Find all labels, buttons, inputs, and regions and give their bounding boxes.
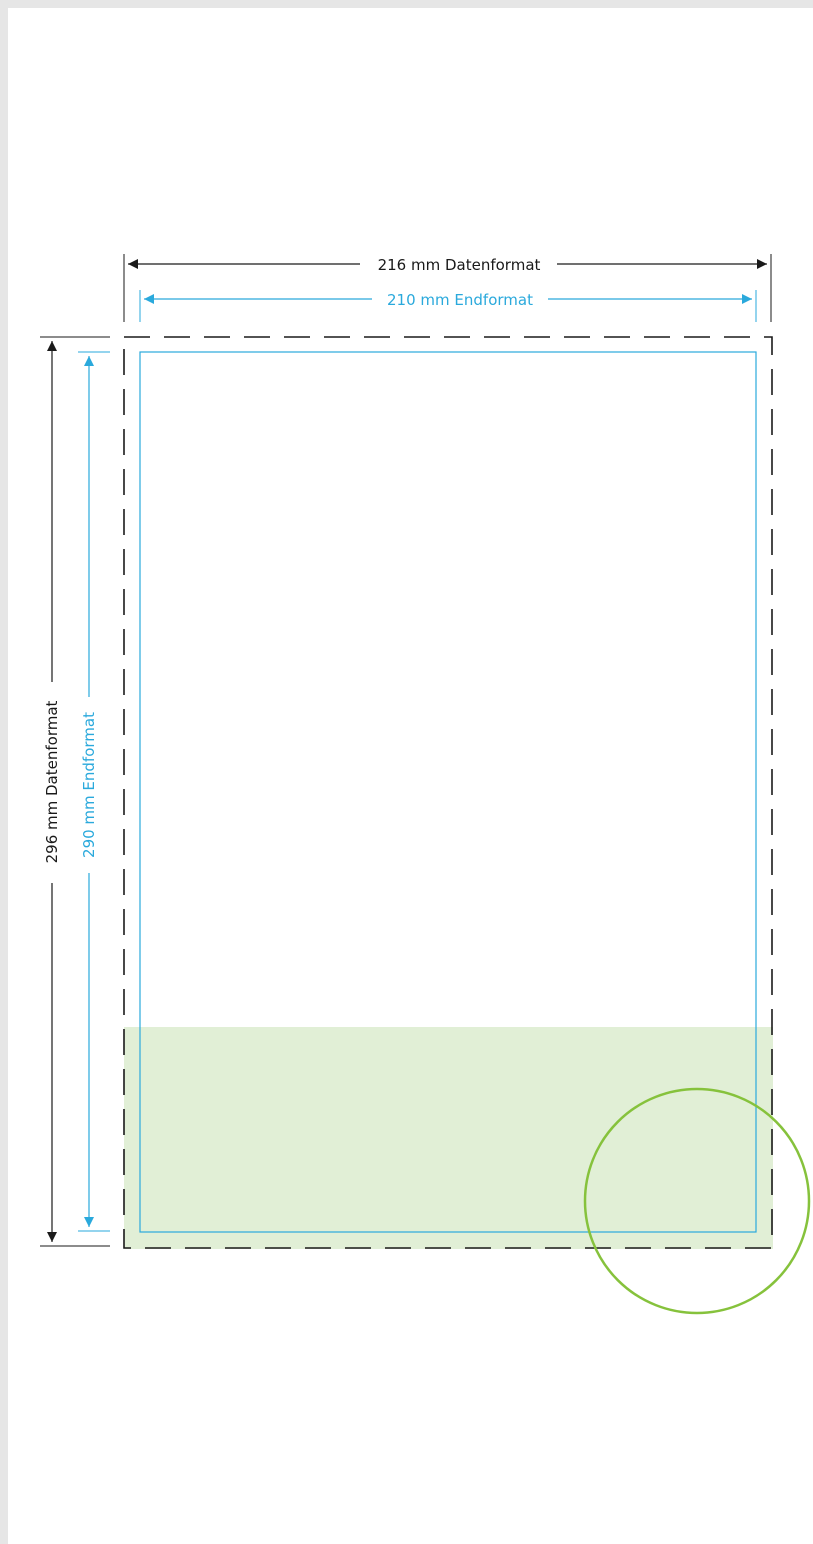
width-end-format-label: 210 mm Endformat — [387, 291, 533, 309]
diagram-frame: 216 mm Datenformat 210 mm Endformat 296 … — [0, 0, 813, 1544]
height-data-format-label: 296 mm Datenformat — [43, 700, 61, 863]
height-end-format-label: 290 mm Endformat — [80, 712, 98, 858]
width-data-format-label: 216 mm Datenformat — [378, 256, 541, 274]
format-diagram: 216 mm Datenformat 210 mm Endformat 296 … — [40, 254, 811, 1315]
bleed-highlight-area — [124, 1027, 773, 1249]
